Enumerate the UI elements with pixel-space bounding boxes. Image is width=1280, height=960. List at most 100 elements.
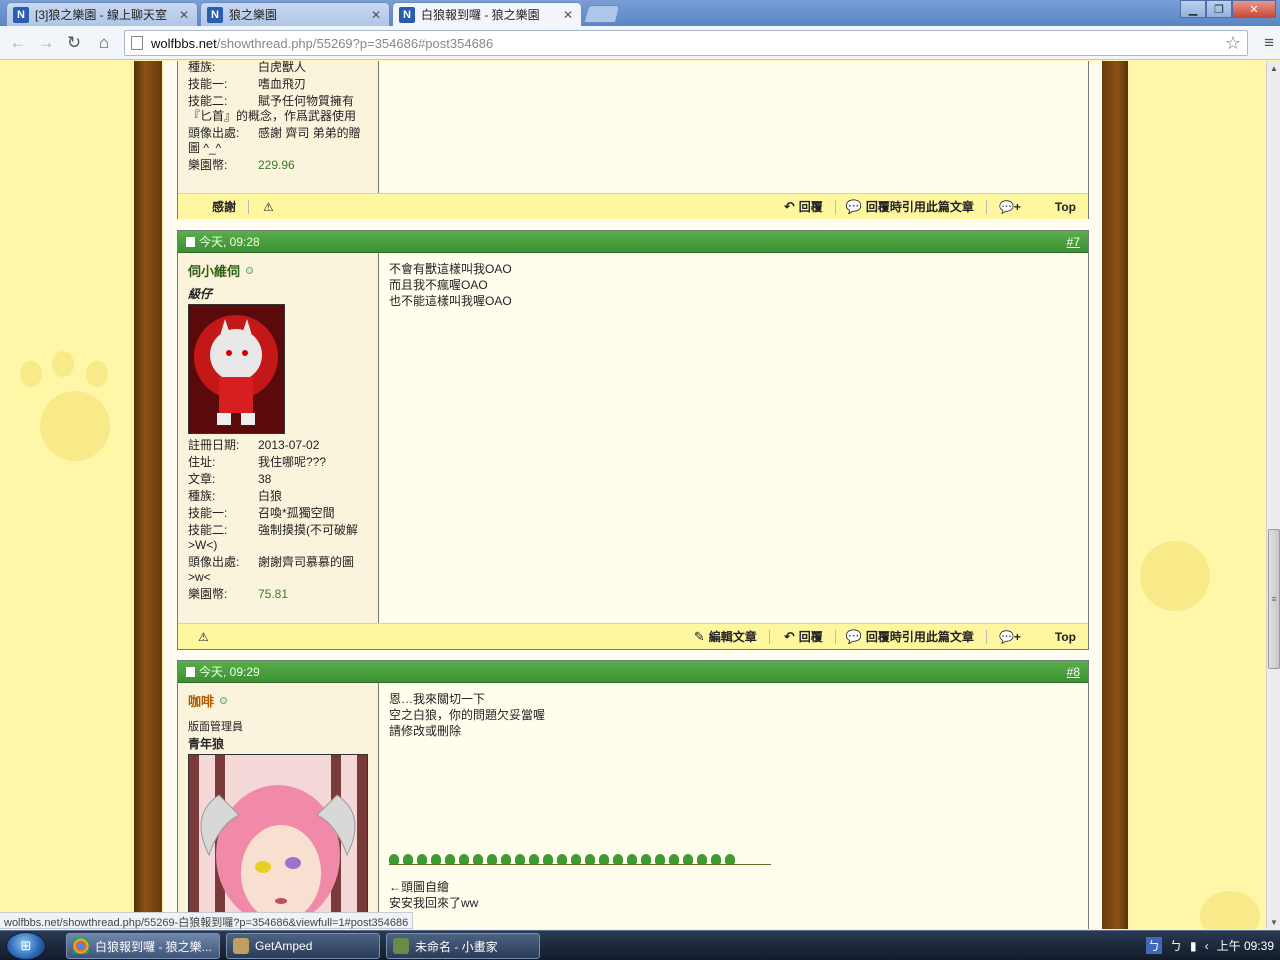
task-label: 白狼報到囉 - 狼之樂... <box>95 939 212 954</box>
ime-mode-icon[interactable]: ㄅ <box>1170 937 1182 954</box>
info-row: 頭像出處: 謝謝齊司慕慕的圖>w< <box>188 555 355 584</box>
scroll-down-arrow-icon[interactable]: ▼ <box>1267 915 1280 929</box>
quote-reply-button[interactable]: 💬 回覆時引用此篇文章 <box>846 198 974 215</box>
post-line: 空之白狼，你的問題欠妥當喔 <box>389 708 546 722</box>
browser-toolbar: ← → ↻ ⌂ wolfbbs.net/showthread.php/55269… <box>0 26 1280 60</box>
tab-forum[interactable]: N 狼之樂園 ✕ <box>200 2 390 26</box>
window-controls: ▁ ❐ ✕ <box>1180 0 1276 18</box>
task-label: 未命名 - 小畫家 <box>415 939 498 954</box>
top-link[interactable]: Top <box>1055 630 1076 644</box>
task-paint[interactable]: 未命名 - 小畫家 <box>386 933 540 959</box>
divider <box>248 199 250 214</box>
paw-decoration <box>1200 891 1260 929</box>
user-rank: 級仔 <box>188 287 213 301</box>
post-footer: 感謝 ⚠ ↶ 回覆 💬 回覆時引用此篇文章 💬+ Top <box>178 193 1088 219</box>
back-arrow-icon[interactable]: ← <box>6 32 30 54</box>
paw-decoration <box>20 361 42 387</box>
tab-thread-active[interactable]: N 白狼報到囉 - 狼之樂園 ✕ <box>392 2 582 26</box>
new-tab-button[interactable] <box>583 5 621 23</box>
post-document-icon <box>186 666 195 677</box>
info-row: 種族: 白狼 <box>188 489 283 503</box>
report-warning-icon[interactable]: ⚠ <box>198 630 209 644</box>
edit-post-button[interactable]: ✎ 編輯文章 <box>694 628 757 645</box>
post-content: 不會有獸這樣叫我OAO 而且我不瘋喔OAO 也不能這樣叫我喔OAO <box>379 253 1088 623</box>
tab-label: [3]狼之樂園 - 線上聊天室 <box>35 8 168 22</box>
multiquote-icon[interactable]: 💬+ <box>999 200 1021 214</box>
username-link[interactable]: 咖啡 <box>188 691 368 710</box>
address-bar[interactable]: wolfbbs.net/showthread.php/55269?p=35468… <box>124 30 1248 56</box>
forum-column: 種族: 白虎獸人 技能一: 嗜血飛刃 技能二: 賦予任何物質擁有『匕首』的概念，作爲武… <box>164 61 1102 929</box>
multiquote-icon[interactable]: 💬+ <box>999 630 1021 644</box>
bookmark-star-icon[interactable]: ☆ <box>1225 33 1241 54</box>
avatar[interactable] <box>188 304 285 434</box>
info-row: 技能一: 召喚*孤獨空間 <box>188 506 335 520</box>
post-content <box>379 61 1088 193</box>
reload-icon[interactable]: ↻ <box>62 32 86 54</box>
info-row: 文章: 38 <box>188 472 272 486</box>
tree-trunk-left <box>134 61 162 929</box>
online-status-icon <box>220 697 228 704</box>
taskbar: ⊞ 白狼報到囉 - 狼之樂... GetAmped 未命名 - 小畫家 ㄅ ㄅ … <box>0 930 1280 960</box>
reply-arrow-icon: ↶ <box>783 198 795 214</box>
scroll-up-arrow-icon[interactable]: ▲ <box>1267 61 1280 75</box>
show-desktop-icon[interactable]: ▮ <box>1190 939 1197 953</box>
home-icon[interactable]: ⌂ <box>92 32 116 54</box>
thanks-button[interactable]: 感謝 <box>212 198 236 215</box>
tab-close-icon[interactable]: ✕ <box>177 8 191 22</box>
tab-strip: N [3]狼之樂園 - 線上聊天室 ✕ N 狼之樂園 ✕ N 白狼報到囉 - 狼… <box>0 0 1280 26</box>
info-row: 住址: 我住哪呢??? <box>188 455 327 469</box>
report-warning-icon[interactable]: ⚠ <box>263 200 274 214</box>
menu-icon[interactable]: ≡ <box>1264 33 1274 53</box>
post-8: 今天, 09:29 #8 咖啡 版面管理員 青年狼 恩…我來關切一下 空之白狼，… <box>177 660 1089 929</box>
quote-reply-button[interactable]: 💬 回覆時引用此篇文章 <box>846 628 974 645</box>
avatar-image <box>189 305 284 433</box>
signature-line: ←頭圖自繪 <box>389 880 450 894</box>
page-viewport: 種族: 白虎獸人 技能一: 嗜血飛刃 技能二: 賦予任何物質擁有『匕首』的概念，作爲武… <box>0 61 1266 929</box>
post-line: 請修改或刪除 <box>389 724 462 738</box>
start-button[interactable]: ⊞ <box>6 932 46 960</box>
reply-button[interactable]: ↶ 回覆 <box>784 628 823 645</box>
signature-line: 安安我回來了ww <box>389 896 479 910</box>
post-7: 今天, 09:28 #7 伺小維伺 級仔 註冊日期: 2013-07-02 住址… <box>177 230 1089 650</box>
paw-decoration <box>86 361 108 387</box>
divider <box>768 629 770 644</box>
vertical-scrollbar[interactable]: ▲ ≡ ▼ <box>1266 61 1280 929</box>
username-link[interactable]: 伺小維伺 <box>188 261 368 280</box>
tray-expand-icon[interactable]: ‹ <box>1205 939 1209 953</box>
user-rank: 青年狼 <box>188 737 225 751</box>
restore-icon[interactable]: ❐ <box>1206 0 1232 18</box>
online-status-icon <box>246 267 254 274</box>
close-window-icon[interactable]: ✕ <box>1232 0 1276 18</box>
site-favicon-icon: N <box>207 6 223 23</box>
user-info-panel: 咖啡 版面管理員 青年狼 <box>178 683 379 929</box>
top-link[interactable]: Top <box>1055 200 1076 214</box>
reply-button[interactable]: ↶ 回覆 <box>784 198 823 215</box>
tab-close-icon[interactable]: ✕ <box>561 8 575 22</box>
tree-trunk-right <box>1102 61 1128 929</box>
url-host: wolfbbs.net <box>151 35 217 51</box>
clock[interactable]: 上午 09:39 <box>1217 937 1274 954</box>
site-favicon-icon: N <box>399 6 415 23</box>
url-path: /showthread.php/55269?p=354686#post35468… <box>216 35 494 51</box>
user-info-panel: 伺小維伺 級仔 註冊日期: 2013-07-02 住址: 我住哪呢??? 文章:… <box>178 253 379 623</box>
ime-icon[interactable]: ㄅ <box>1145 937 1162 954</box>
post-line: 恩…我來關切一下 <box>389 692 486 706</box>
tab-close-icon[interactable]: ✕ <box>369 8 383 22</box>
task-getamped[interactable]: GetAmped <box>226 933 380 959</box>
info-row: 種族: 白虎獸人 <box>188 61 307 74</box>
post-line: 不會有獸這樣叫我OAO <box>389 262 512 276</box>
forward-arrow-icon[interactable]: → <box>34 32 58 54</box>
task-chrome[interactable]: 白狼報到囉 - 狼之樂... <box>66 933 220 959</box>
pencil-icon: ✎ <box>693 628 705 644</box>
post-number-link[interactable]: #7 <box>1067 235 1080 249</box>
minimize-icon[interactable]: ▁ <box>1180 0 1206 18</box>
post-number-link[interactable]: #8 <box>1067 665 1080 679</box>
link-status-bubble: wolfbbs.net/showthread.php/55269-白狼報到囉?p… <box>0 912 414 929</box>
post-line: 也不能這樣叫我喔OAO <box>389 294 512 308</box>
avatar[interactable] <box>188 754 368 925</box>
page-icon <box>131 36 143 50</box>
chrome-icon <box>73 938 89 954</box>
scroll-thumb[interactable]: ≡ <box>1268 529 1280 669</box>
tab-chatroom[interactable]: N [3]狼之樂園 - 線上聊天室 ✕ <box>6 2 198 26</box>
site-favicon-icon: N <box>13 6 29 23</box>
